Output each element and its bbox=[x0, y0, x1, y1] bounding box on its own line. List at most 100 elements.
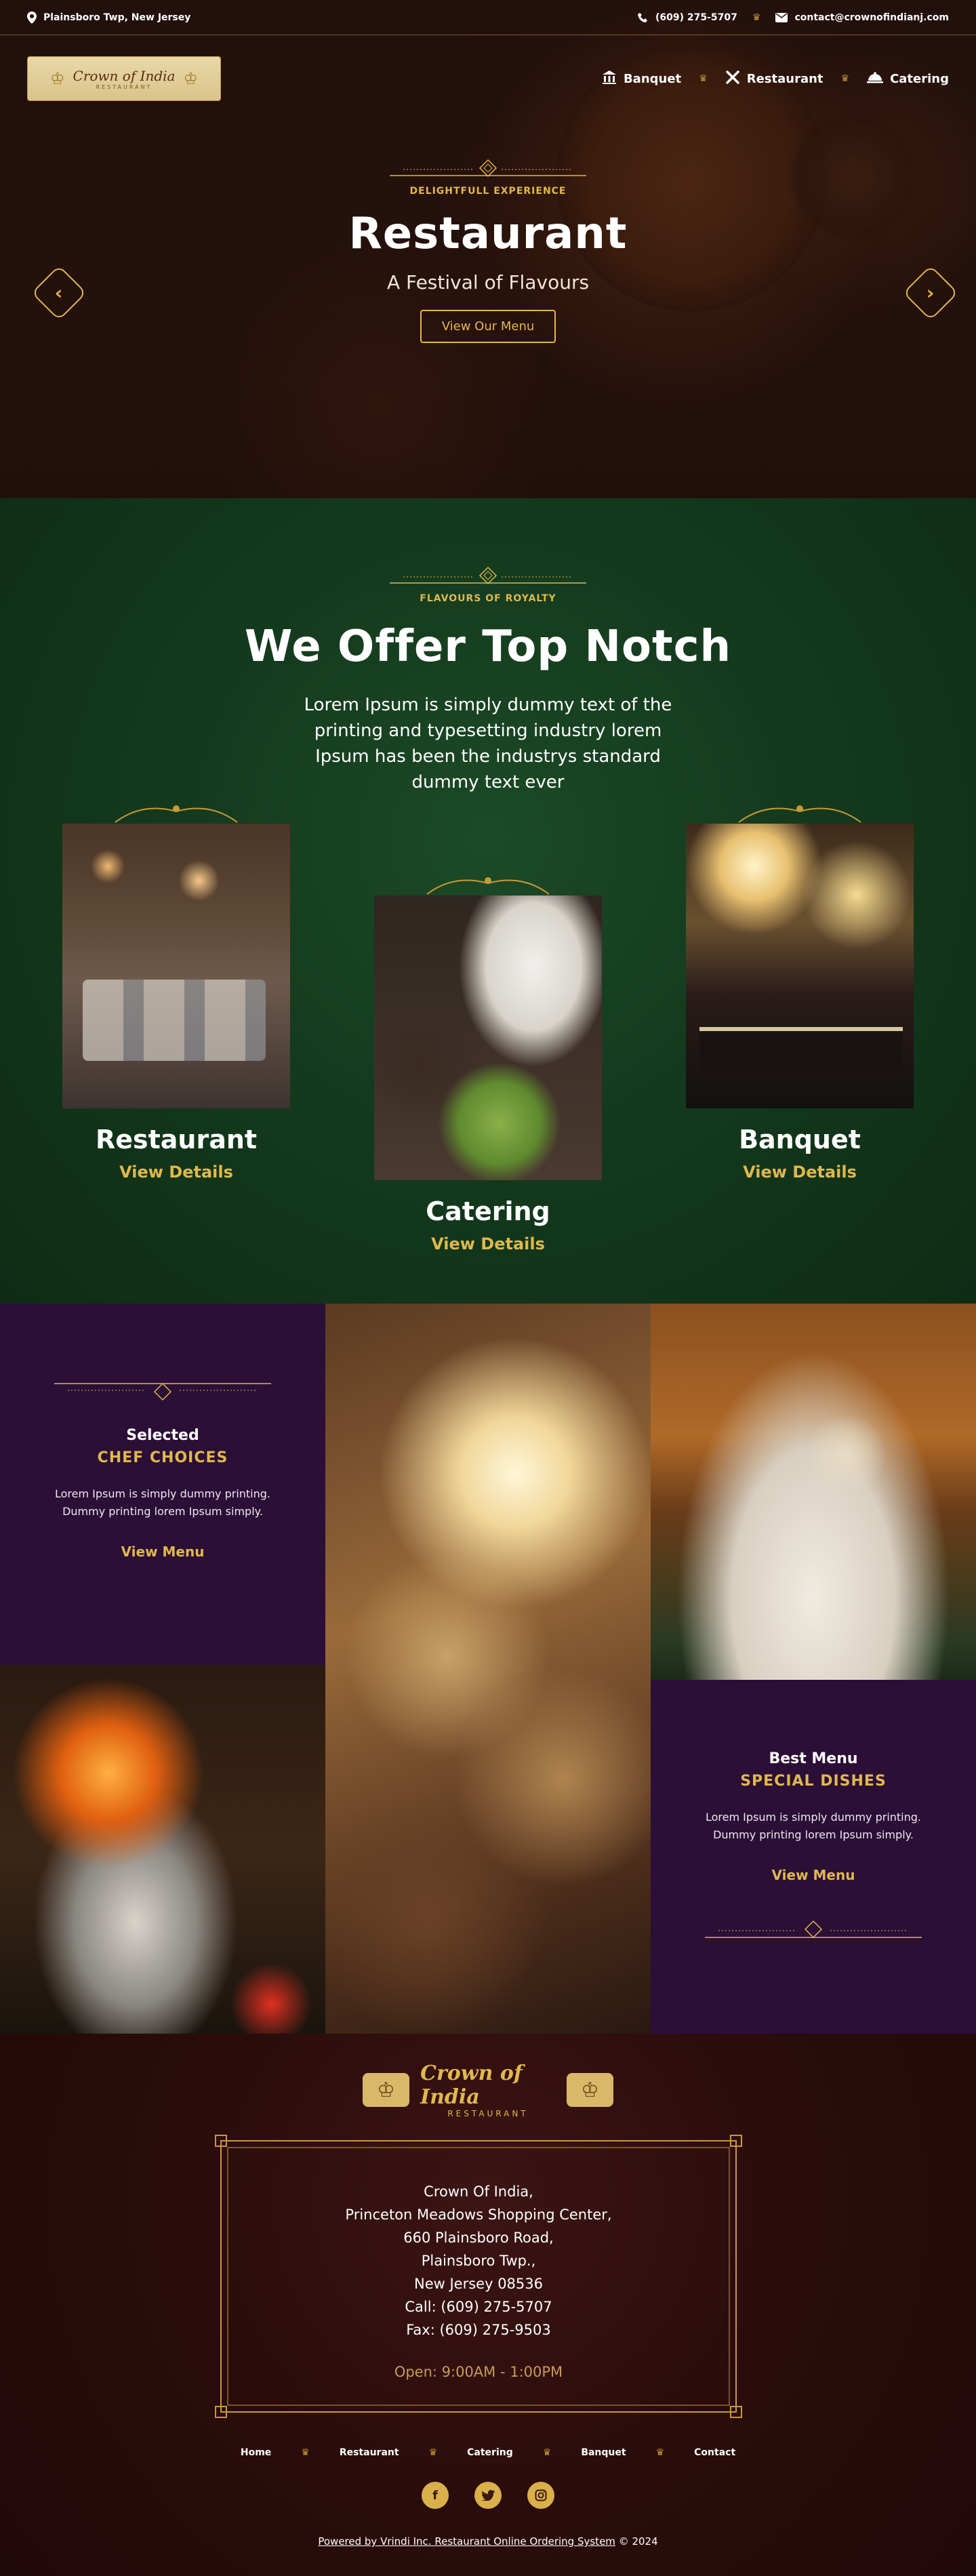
crown-divider-icon: ♛ bbox=[428, 2447, 438, 2458]
location-text: Plainsboro Twp, New Jersey bbox=[43, 12, 191, 23]
special-text: Lorem Ipsum is simply dummy printing. Du… bbox=[705, 1811, 922, 1841]
crown-divider-icon: ♛ bbox=[301, 2447, 310, 2458]
champagne-toast-photo bbox=[325, 1304, 651, 2034]
crown-divider-icon: ♛ bbox=[542, 2447, 552, 2458]
offer-eyebrow: FLAVOURS OF ROYALTY bbox=[420, 593, 556, 604]
nav-item-restaurant[interactable]: Restaurant bbox=[725, 70, 824, 88]
opening-hours: Open: 9:00AM - 1:00PM bbox=[394, 2364, 563, 2380]
logo-sub: RESTAURANT bbox=[96, 83, 152, 90]
filigree-ornament-icon bbox=[426, 877, 550, 895]
offer-title: We Offer Top Notch bbox=[244, 622, 732, 672]
banquet-photo bbox=[686, 824, 914, 1108]
twitter-icon[interactable] bbox=[474, 2482, 502, 2509]
special-small-title: Best Menu bbox=[769, 1750, 858, 1767]
hero-section: Plainsboro Twp, New Jersey (609) 275-570… bbox=[0, 0, 976, 498]
chef-title: CHEF CHOICES bbox=[97, 1449, 228, 1466]
view-details-link[interactable]: View Details bbox=[62, 1163, 290, 1182]
nav-label-banquet: Banquet bbox=[623, 71, 682, 86]
location-block: Plainsboro Twp, New Jersey bbox=[27, 11, 191, 24]
offer-section: FLAVOURS OF ROYALTY We Offer Top Notch L… bbox=[0, 498, 976, 1304]
contact-block: (609) 275-5707 ♛ contact@crownofindianj.… bbox=[637, 12, 949, 23]
service-card-banquet[interactable]: Banquet View Details bbox=[686, 805, 914, 1182]
card-title: Restaurant bbox=[95, 1125, 258, 1154]
powered-by-link[interactable]: Powered by Vrindi Inc. Restaurant Online… bbox=[318, 2535, 615, 2548]
chef-choices-panel: Selected CHEF CHOICES Lorem Ipsum is sim… bbox=[0, 1304, 325, 1665]
address-line: Crown Of India, bbox=[424, 2183, 533, 2200]
email-link[interactable]: contact@crownofindianj.com bbox=[775, 12, 949, 23]
chef-small-title: Selected bbox=[126, 1427, 199, 1444]
nav-label-catering: Catering bbox=[890, 71, 949, 86]
crown-icon: ♔ bbox=[566, 2073, 613, 2107]
footer-logo[interactable]: ♔ Crown of India RESTAURANT ♔ bbox=[363, 2061, 613, 2118]
chef-text: Lorem Ipsum is simply dummy printing. Du… bbox=[54, 1487, 271, 1518]
hero-eyebrow: DELIGHTFULL EXPERIENCE bbox=[409, 186, 567, 197]
fax-line: Fax: (609) 275-9503 bbox=[406, 2322, 551, 2338]
view-menu-button[interactable]: View Our Menu bbox=[420, 310, 556, 343]
address-line: New Jersey 08536 bbox=[414, 2276, 543, 2292]
hero-title: Restaurant bbox=[348, 209, 628, 259]
footer-link-contact[interactable]: Contact bbox=[694, 2447, 735, 2458]
chef-view-menu-link[interactable]: View Menu bbox=[121, 1544, 205, 1560]
filigree-ornament-icon bbox=[115, 805, 238, 823]
service-card-restaurant[interactable]: Restaurant View Details bbox=[62, 805, 290, 1182]
social-links: f bbox=[0, 2482, 976, 2509]
copyright-year: © 2024 bbox=[618, 2535, 658, 2548]
gold-ornament-icon bbox=[390, 159, 586, 178]
top-bar: Plainsboro Twp, New Jersey (609) 275-570… bbox=[0, 0, 976, 35]
footer-logo-sub: RESTAURANT bbox=[447, 2109, 529, 2118]
address-block: Crown Of India, Princeton Meadows Shoppi… bbox=[214, 2180, 743, 2383]
offer-description: Lorem Ipsum is simply dummy text of the … bbox=[304, 695, 672, 792]
view-details-link[interactable]: View Details bbox=[686, 1163, 914, 1182]
gold-ornament-icon bbox=[705, 1920, 922, 1939]
logo-crown-icon: ♔ bbox=[50, 69, 65, 88]
address-line: Princeton Meadows Shopping Center, bbox=[345, 2207, 612, 2223]
crown-divider-icon: ♛ bbox=[699, 73, 708, 84]
hero-subtitle: A Festival of Flavours bbox=[386, 271, 590, 294]
footer-link-banquet[interactable]: Banquet bbox=[581, 2447, 626, 2458]
cloche-icon bbox=[867, 71, 884, 87]
gold-ornament-icon bbox=[390, 566, 586, 585]
hero-content: DELIGHTFULL EXPERIENCE Restaurant A Fest… bbox=[0, 157, 976, 343]
phone-link[interactable]: (609) 275-5707 bbox=[637, 12, 737, 23]
logo-name: Crown of India bbox=[73, 67, 176, 84]
email-text: contact@crownofindianj.com bbox=[794, 12, 949, 23]
special-dishes-panel: Best Menu SPECIAL DISHES Lorem Ipsum is … bbox=[651, 1680, 976, 2034]
copyright: Powered by Vrindi Inc. Restaurant Online… bbox=[0, 2535, 976, 2548]
site-logo[interactable]: ♔ Crown of India RESTAURANT ♔ bbox=[27, 56, 221, 101]
service-card-catering[interactable]: Catering View Details bbox=[374, 877, 602, 1253]
card-title: Banquet bbox=[739, 1125, 861, 1154]
nav-item-catering[interactable]: Catering bbox=[867, 71, 949, 87]
crown-divider-icon: ♛ bbox=[655, 2447, 665, 2458]
crown-icon: ♔ bbox=[363, 2073, 410, 2107]
phone-line[interactable]: Call: (609) 275-5707 bbox=[214, 2295, 743, 2318]
offer-header: FLAVOURS OF ROYALTY We Offer Top Notch L… bbox=[0, 565, 976, 795]
phone-text: (609) 275-5707 bbox=[655, 12, 737, 23]
special-title: SPECIAL DISHES bbox=[740, 1773, 887, 1790]
footer-nav: Home ♛ Restaurant ♛ Catering ♛ Banquet ♛… bbox=[0, 2447, 976, 2458]
catering-photo bbox=[374, 895, 602, 1180]
building-icon bbox=[602, 70, 617, 88]
nav-label-restaurant: Restaurant bbox=[746, 71, 824, 86]
footer: ♔ Crown of India RESTAURANT ♔ Crown Of I… bbox=[0, 2034, 976, 2576]
nav-item-banquet[interactable]: Banquet bbox=[602, 70, 681, 88]
instagram-icon[interactable] bbox=[527, 2482, 554, 2509]
envelope-icon bbox=[775, 12, 788, 22]
restaurant-photo bbox=[62, 824, 290, 1108]
address-line: Plainsboro Twp., bbox=[421, 2253, 536, 2269]
nav-menu: Banquet ♛ Restaurant ♛ Catering bbox=[602, 70, 949, 88]
facebook-icon[interactable]: f bbox=[422, 2482, 449, 2509]
special-view-menu-link[interactable]: View Menu bbox=[772, 1867, 855, 1883]
menu-grid-section: Selected CHEF CHOICES Lorem Ipsum is sim… bbox=[0, 1304, 976, 2034]
footer-link-restaurant[interactable]: Restaurant bbox=[340, 2447, 399, 2458]
address-line: 660 Plainsboro Road, bbox=[403, 2230, 554, 2246]
footer-link-catering[interactable]: Catering bbox=[467, 2447, 513, 2458]
main-nav: ♔ Crown of India RESTAURANT ♔ Banquet ♛ … bbox=[0, 56, 976, 102]
crown-divider-icon: ♛ bbox=[752, 12, 761, 23]
phone-icon bbox=[637, 12, 649, 23]
flaming-wok-photo bbox=[0, 1665, 325, 2034]
breakfast-table-photo bbox=[651, 1304, 976, 1680]
filigree-ornament-icon bbox=[738, 805, 861, 823]
footer-link-home[interactable]: Home bbox=[241, 2447, 271, 2458]
logo-crown-icon: ♔ bbox=[183, 69, 198, 88]
view-details-link[interactable]: View Details bbox=[374, 1234, 602, 1253]
